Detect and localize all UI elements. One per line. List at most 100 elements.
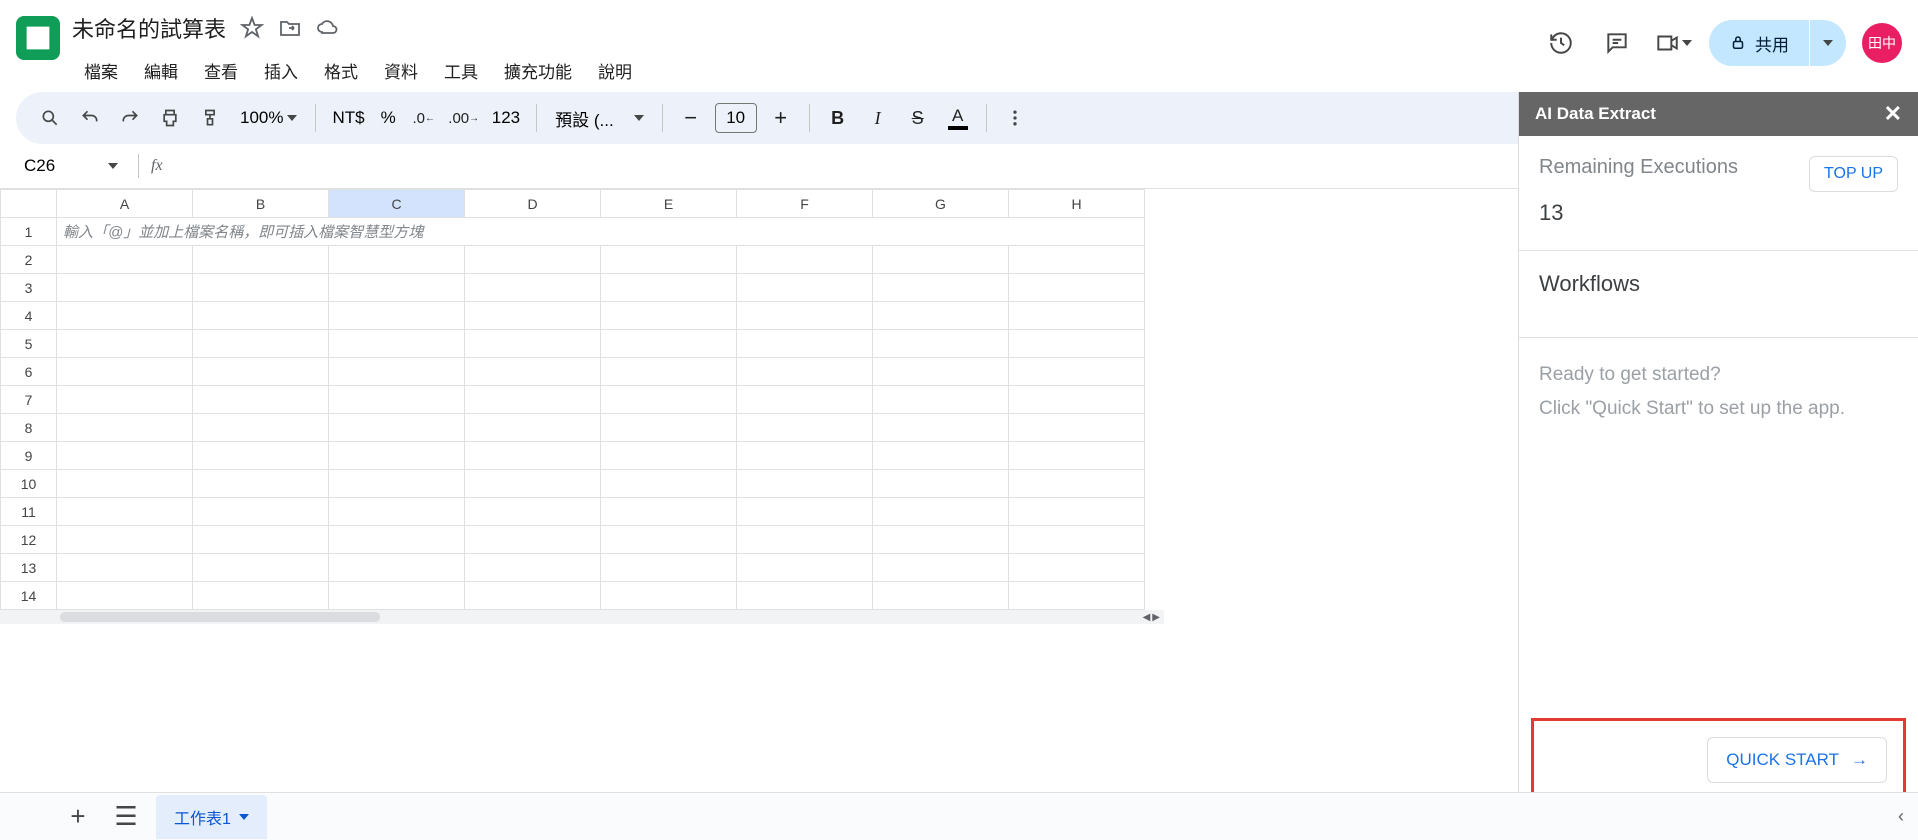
cell[interactable] [57, 498, 193, 526]
row-header[interactable]: 8 [1, 414, 57, 442]
row-header[interactable]: 7 [1, 386, 57, 414]
cell[interactable] [57, 470, 193, 498]
cell[interactable] [873, 582, 1009, 610]
search-icon[interactable] [32, 100, 68, 136]
cell[interactable] [57, 386, 193, 414]
cell[interactable] [737, 358, 873, 386]
decrease-decimal-button[interactable]: .0← [406, 100, 442, 136]
col-header-b[interactable]: B [193, 190, 329, 218]
cell[interactable] [873, 302, 1009, 330]
close-icon[interactable]: ✕ [1884, 101, 1902, 127]
cell[interactable] [873, 358, 1009, 386]
select-all-corner[interactable] [1, 190, 57, 218]
all-sheets-icon[interactable]: ☰ [108, 799, 144, 835]
cell[interactable] [601, 386, 737, 414]
cloud-status-icon[interactable] [316, 16, 340, 40]
cell[interactable] [57, 414, 193, 442]
menu-help[interactable]: 說明 [586, 52, 644, 89]
row-header[interactable]: 9 [1, 442, 57, 470]
cell[interactable] [873, 274, 1009, 302]
cell[interactable] [737, 582, 873, 610]
strikethrough-button[interactable]: S [900, 100, 936, 136]
comment-icon[interactable] [1597, 23, 1637, 63]
scroll-left-icon[interactable]: ◀ [1143, 612, 1151, 623]
cell[interactable] [1009, 470, 1145, 498]
cell[interactable] [1009, 386, 1145, 414]
add-sheet-button[interactable]: + [60, 799, 96, 835]
cell[interactable] [329, 582, 465, 610]
font-select[interactable]: 預設 (... [547, 106, 652, 131]
cell[interactable] [193, 358, 329, 386]
sheets-logo-icon[interactable] [16, 16, 60, 60]
cell[interactable] [873, 526, 1009, 554]
cell[interactable] [329, 386, 465, 414]
cell[interactable] [873, 246, 1009, 274]
horizontal-scrollbar[interactable]: ◀▶ [0, 610, 1164, 624]
cell[interactable] [737, 246, 873, 274]
menu-view[interactable]: 查看 [192, 52, 250, 89]
increase-font-size-button[interactable]: + [763, 100, 799, 136]
row-header[interactable]: 1 [1, 218, 57, 246]
row-header[interactable]: 2 [1, 246, 57, 274]
cell[interactable] [873, 470, 1009, 498]
decrease-font-size-button[interactable]: − [673, 100, 709, 136]
cell[interactable] [601, 498, 737, 526]
star-icon[interactable] [240, 16, 264, 40]
cell[interactable] [737, 274, 873, 302]
currency-format-button[interactable]: NT$ [326, 108, 370, 128]
cell[interactable] [1009, 302, 1145, 330]
cell[interactable] [193, 302, 329, 330]
font-size-input[interactable] [715, 103, 757, 133]
user-avatar[interactable]: 田中 [1862, 23, 1902, 63]
cell[interactable] [57, 526, 193, 554]
menu-edit[interactable]: 編輯 [132, 52, 190, 89]
row-header[interactable]: 12 [1, 526, 57, 554]
percent-format-button[interactable]: % [375, 108, 402, 128]
cell[interactable] [737, 386, 873, 414]
history-icon[interactable] [1541, 23, 1581, 63]
cell[interactable] [193, 274, 329, 302]
cell[interactable] [1009, 498, 1145, 526]
cell[interactable] [737, 470, 873, 498]
cell[interactable] [465, 554, 601, 582]
cell[interactable] [465, 470, 601, 498]
menu-file[interactable]: 檔案 [72, 52, 130, 89]
expand-side-panel-icon[interactable]: ‹ [1898, 806, 1904, 827]
scroll-right-icon[interactable]: ▶ [1152, 612, 1160, 623]
cell[interactable] [737, 442, 873, 470]
col-header-c[interactable]: C [329, 190, 465, 218]
cell[interactable] [601, 554, 737, 582]
cell[interactable] [737, 330, 873, 358]
cell[interactable] [193, 498, 329, 526]
menu-format[interactable]: 格式 [312, 52, 370, 89]
col-header-a[interactable]: A [57, 190, 193, 218]
cell[interactable] [329, 470, 465, 498]
cell[interactable] [329, 414, 465, 442]
increase-decimal-button[interactable]: .00→ [446, 100, 482, 136]
cell[interactable] [737, 498, 873, 526]
paint-format-icon[interactable] [192, 100, 228, 136]
cell[interactable] [1009, 554, 1145, 582]
cell[interactable] [1009, 246, 1145, 274]
cell[interactable] [193, 386, 329, 414]
redo-icon[interactable] [112, 100, 148, 136]
cell[interactable] [601, 302, 737, 330]
cell[interactable] [1009, 274, 1145, 302]
cell[interactable] [465, 330, 601, 358]
cell[interactable] [601, 414, 737, 442]
cell[interactable] [1009, 582, 1145, 610]
cell[interactable] [465, 442, 601, 470]
cell[interactable] [465, 386, 601, 414]
cell[interactable] [873, 414, 1009, 442]
cell[interactable] [329, 302, 465, 330]
document-title[interactable]: 未命名的試算表 [72, 12, 226, 44]
col-header-g[interactable]: G [873, 190, 1009, 218]
cell[interactable] [465, 246, 601, 274]
topup-button[interactable]: TOP UP [1809, 156, 1898, 192]
cell[interactable] [465, 498, 601, 526]
share-dropdown[interactable] [1810, 20, 1846, 66]
row-header[interactable]: 3 [1, 274, 57, 302]
cell-hint[interactable]: 輸入「@」並加上檔案名稱，即可插入檔案智慧型方塊 [57, 218, 1145, 246]
cell[interactable] [57, 358, 193, 386]
quick-start-button[interactable]: QUICK START → [1707, 737, 1887, 783]
